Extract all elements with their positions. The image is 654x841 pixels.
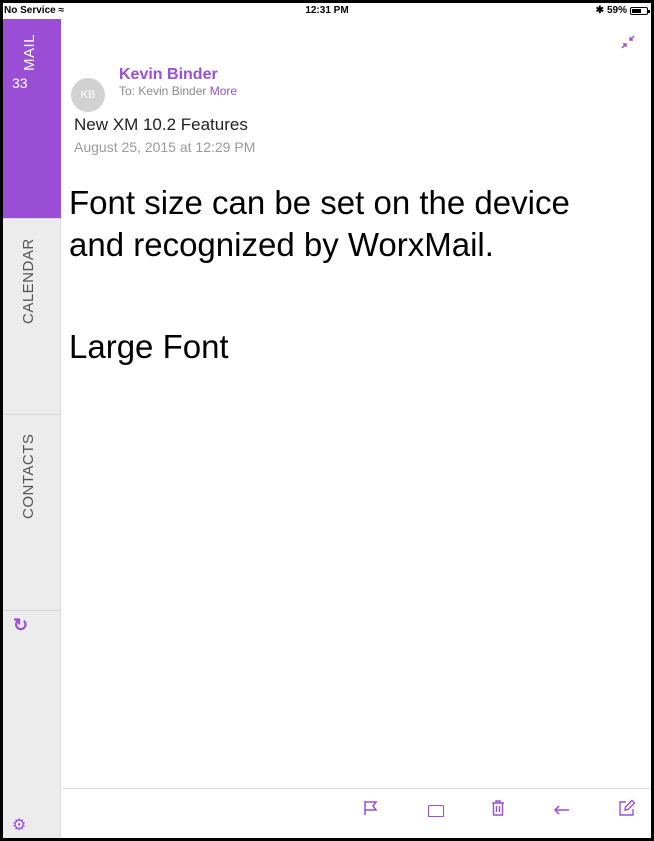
compose-button[interactable] (615, 799, 639, 823)
folder-icon (428, 805, 444, 817)
email-body-line: Large Font (69, 328, 229, 365)
avatar: KB (71, 78, 105, 112)
collapse-arrows-icon (621, 35, 635, 49)
recipient-line: To: Kevin Binder More (119, 84, 237, 98)
message-toolbar (62, 788, 651, 838)
more-link[interactable]: More (210, 84, 237, 98)
move-folder-button[interactable] (424, 799, 448, 823)
battery-percent: 59% (606, 5, 627, 16)
status-time: 12:31 PM (305, 5, 349, 16)
flag-icon (364, 801, 378, 815)
gear-icon: ⚙ (12, 817, 27, 834)
refresh-button[interactable]: ↻ (3, 610, 61, 640)
reply-icon (553, 805, 569, 815)
bluetooth-icon: ✱ (595, 5, 604, 16)
email-date: August 25, 2015 at 12:29 PM (74, 139, 256, 155)
status-bar: No Service ≈ 12:31 PM ✱ 59% (3, 3, 651, 19)
collapse-icon[interactable] (621, 35, 635, 52)
email-body-line: and recognized by WorxMail. (69, 226, 494, 263)
battery-icon (630, 6, 650, 15)
sidebar-item-label: CALENDAR (20, 238, 37, 324)
email-subject: New XM 10.2 Features (74, 115, 248, 134)
sidebar-item-mail[interactable]: MAIL 33 (3, 19, 61, 218)
reply-button[interactable] (550, 799, 574, 823)
sidebar-item-label: CONTACTS (20, 433, 37, 519)
sidebar-item-label: MAIL (21, 33, 38, 71)
recipient-text: To: Kevin Binder (119, 84, 207, 98)
settings-button[interactable]: ⚙ (12, 815, 26, 835)
app-window: No Service ≈ 12:31 PM ✱ 59% MAIL 33 CALE… (0, 0, 654, 841)
compose-icon (619, 799, 636, 816)
trash-icon (492, 800, 504, 816)
mail-count-badge: 33 (12, 75, 28, 91)
sender-name[interactable]: Kevin Binder (119, 66, 218, 84)
status-right: ✱ 59% (595, 5, 650, 16)
sidebar-item-calendar[interactable]: CALENDAR (3, 218, 61, 414)
message-view: KB Kevin Binder To: Kevin Binder More Ne… (62, 19, 651, 838)
sidebar: MAIL 33 CALENDAR CONTACTS ↻ ⚙ (3, 19, 61, 838)
refresh-icon: ↻ (13, 615, 29, 635)
sidebar-item-contacts[interactable]: CONTACTS (3, 414, 61, 610)
flag-button[interactable] (359, 799, 383, 823)
delete-button[interactable] (486, 799, 510, 823)
email-body-line: Font size can be set on the device (69, 184, 570, 221)
